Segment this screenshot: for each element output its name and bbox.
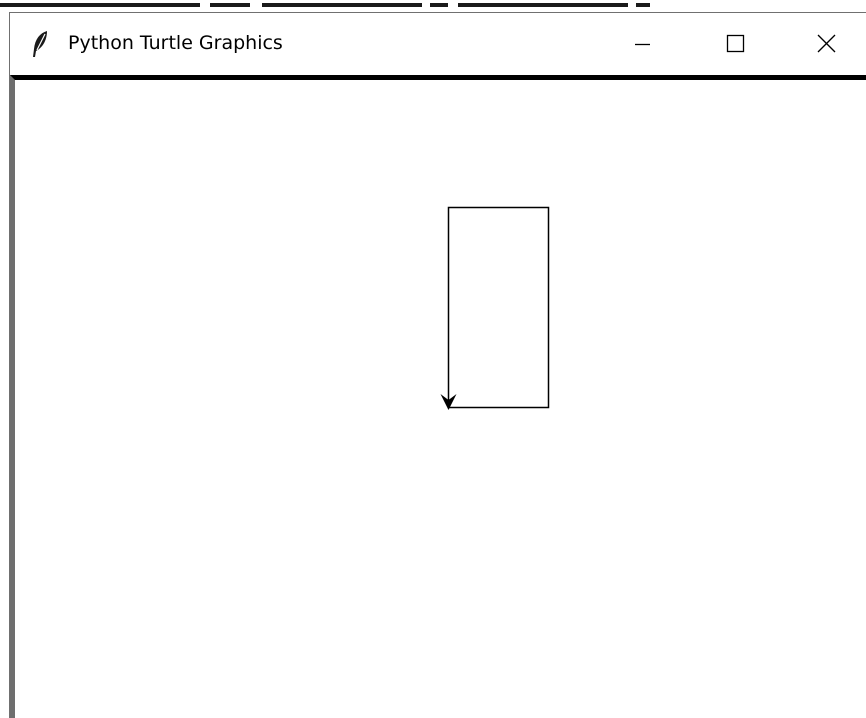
turtle-canvas[interactable]	[10, 75, 866, 718]
minimize-button[interactable]	[596, 13, 688, 75]
window-title: Python Turtle Graphics	[68, 32, 283, 54]
maximize-button[interactable]	[688, 13, 780, 75]
close-button[interactable]	[780, 13, 866, 75]
drawn-rectangle	[447, 206, 550, 409]
feather-icon	[30, 30, 52, 58]
close-icon	[817, 34, 836, 53]
turtle-window: Python Turtle Graphics	[9, 12, 866, 718]
background-window-strip	[0, 0, 866, 12]
title-bar[interactable]: Python Turtle Graphics	[10, 13, 866, 75]
maximize-icon	[726, 34, 745, 53]
